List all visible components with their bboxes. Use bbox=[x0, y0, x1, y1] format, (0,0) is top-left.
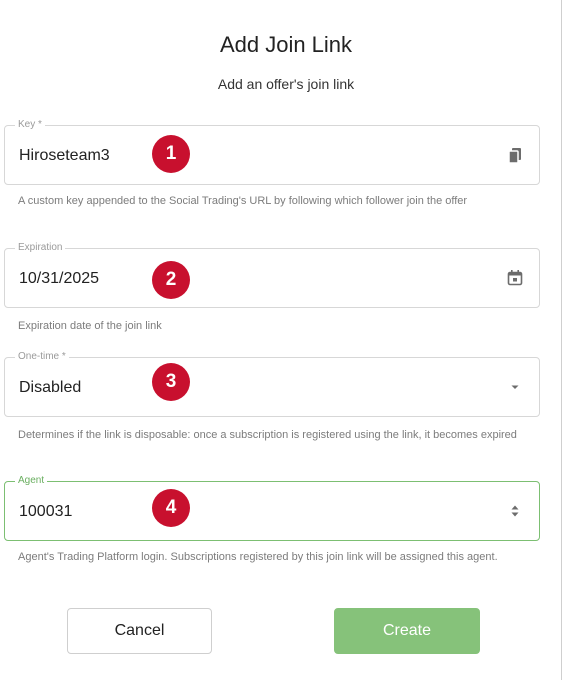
annotation-badge-3: 3 bbox=[152, 363, 190, 401]
calendar-icon[interactable] bbox=[507, 269, 523, 287]
expiration-field-value[interactable]: 10/31/2025 bbox=[19, 270, 99, 288]
agent-field[interactable]: Agent 100031 bbox=[4, 475, 540, 541]
annotation-badge-2: 2 bbox=[152, 261, 190, 299]
agent-field-label: Agent bbox=[15, 475, 48, 487]
key-helper-text: A custom key appended to the Social Trad… bbox=[18, 195, 468, 207]
copy-icon[interactable] bbox=[507, 146, 523, 164]
one-time-select[interactable]: One-time * Disabled bbox=[4, 351, 540, 417]
one-time-helper-text: Determines if the link is disposable: on… bbox=[18, 429, 517, 441]
agent-field-value[interactable]: 100031 bbox=[19, 503, 72, 521]
annotation-badge-1: 1 bbox=[152, 135, 190, 173]
cancel-button[interactable]: Cancel bbox=[67, 608, 212, 654]
key-field-label: Key * bbox=[15, 119, 45, 131]
key-field-value[interactable]: Hiroseteam3 bbox=[19, 147, 110, 165]
create-button[interactable]: Create bbox=[334, 608, 480, 654]
one-time-field-value[interactable]: Disabled bbox=[19, 379, 81, 397]
annotation-badge-4: 4 bbox=[152, 489, 190, 527]
dialog-right-edge bbox=[561, 0, 562, 680]
stepper-icon[interactable] bbox=[507, 502, 523, 520]
dialog-subtitle: Add an offer's join link bbox=[217, 76, 355, 92]
key-field[interactable]: Key * Hiroseteam3 bbox=[4, 119, 540, 185]
agent-helper-text: Agent's Trading Platform login. Subscrip… bbox=[18, 551, 498, 563]
expiration-field[interactable]: Expiration 10/31/2025 bbox=[4, 242, 540, 308]
dropdown-arrow-icon[interactable] bbox=[507, 378, 523, 396]
one-time-field-label: One-time * bbox=[15, 351, 69, 363]
expiration-helper-text: Expiration date of the join link bbox=[18, 320, 162, 332]
expiration-field-label: Expiration bbox=[15, 242, 66, 254]
dialog-title: Add Join Link bbox=[219, 32, 353, 57]
